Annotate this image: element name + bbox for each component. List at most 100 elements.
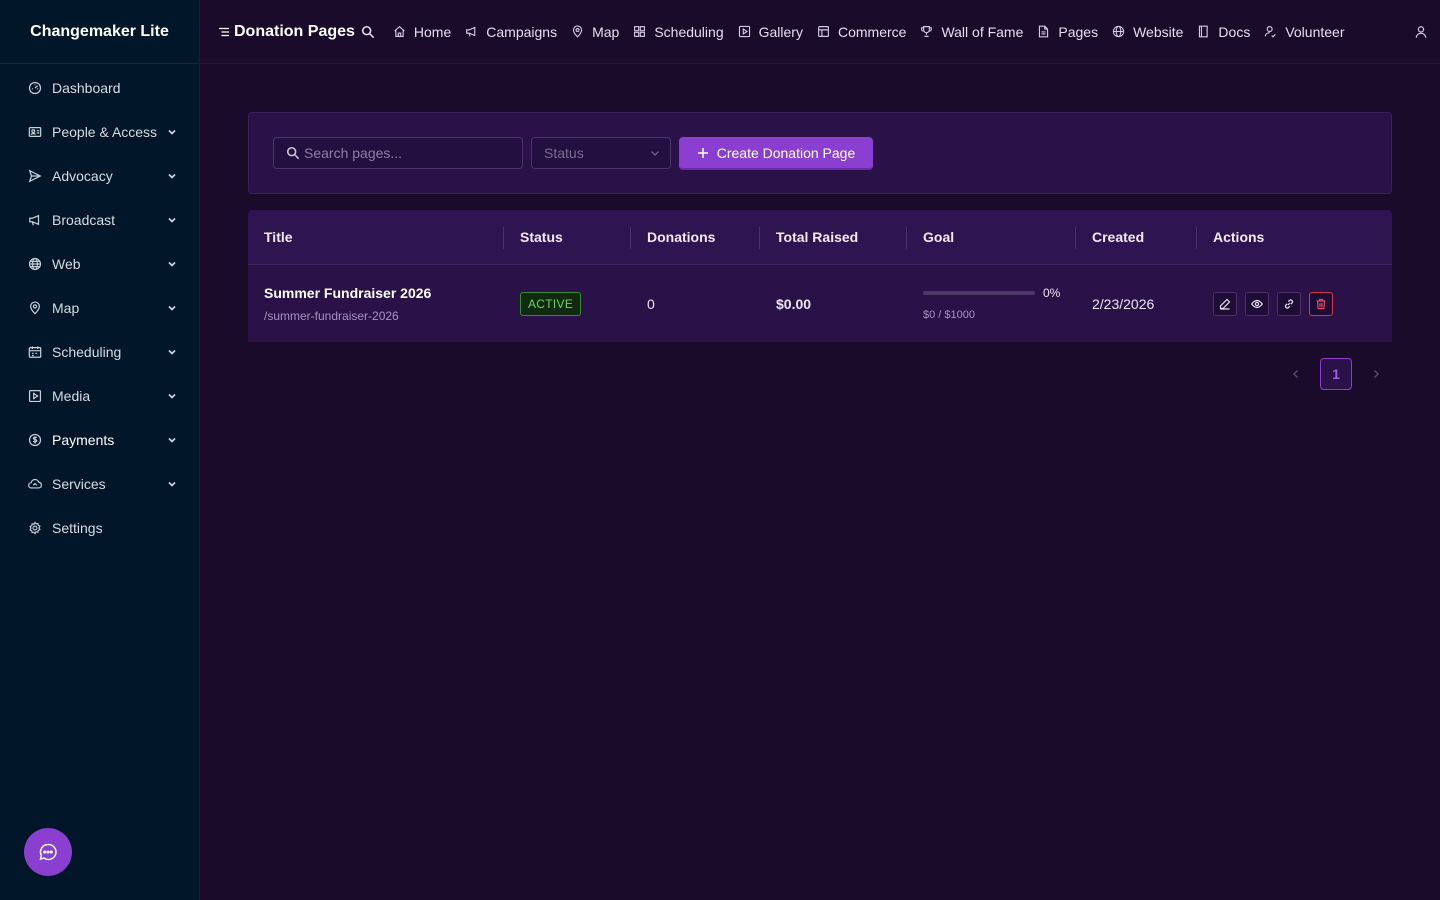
search-field[interactable] [273, 137, 523, 169]
column-header-created[interactable]: Created [1076, 210, 1197, 264]
top-link-commerce[interactable]: Commerce [817, 24, 906, 40]
people-icon [28, 127, 42, 137]
megaphone-icon [29, 214, 40, 226]
top-link-map[interactable]: Map [571, 24, 619, 40]
donation-pages-table: Title Status Donations Total Raised Goal… [248, 210, 1392, 342]
chevron-left-icon [1293, 370, 1298, 378]
book-icon [1199, 25, 1209, 38]
column-header-donations[interactable]: Donations [631, 210, 760, 264]
copy-link-button[interactable] [1277, 291, 1301, 316]
delete-button[interactable] [1309, 291, 1333, 316]
edit-button[interactable] [1213, 291, 1237, 316]
next-page-button[interactable] [1360, 358, 1392, 390]
cell-total-raised: $0.00 [776, 295, 812, 312]
create-donation-page-button[interactable]: Create Donation Page [679, 137, 873, 170]
page-number-button[interactable]: 1 [1320, 358, 1352, 390]
app-brand[interactable]: Changemaker Lite [0, 0, 199, 64]
sidebar-item-label: People & Access [52, 124, 158, 140]
sidebar-item-dashboard[interactable]: Dashboard [0, 66, 199, 110]
globe-icon [28, 257, 42, 271]
column-header-status[interactable]: Status [504, 210, 631, 264]
volunteer-icon [1264, 26, 1277, 38]
chat-icon [39, 843, 57, 861]
table-row: Summer Fundraiser 2026 /summer-fundraise… [248, 265, 1392, 342]
sidebar-item-label: Map [52, 300, 80, 316]
cell-title: Summer Fundraiser 2026 /summer-fundraise… [248, 285, 504, 323]
sidebar-item-advocacy[interactable]: Advocacy [0, 154, 199, 198]
row-slug: /summer-fundraiser-2026 [264, 308, 399, 323]
sidebar-item-scheduling[interactable]: Scheduling [0, 330, 199, 374]
chevron-down-icon [168, 349, 176, 355]
dollar-icon [28, 433, 42, 447]
sidebar-item-media[interactable]: Media [0, 374, 199, 418]
sidebar-item-payments[interactable]: Payments [0, 418, 199, 462]
sidebar-item-label: Media [52, 388, 91, 404]
sidebar-item-label: Broadcast [52, 212, 116, 228]
chevron-down-icon [168, 129, 176, 135]
sidebar-item-label: Services [52, 476, 106, 492]
top-link-gallery[interactable]: Gallery [738, 24, 803, 40]
chevron-down-icon [168, 173, 176, 179]
cell-status: ACTIVE [504, 291, 631, 316]
sidebar-item-label: Settings [52, 520, 103, 536]
top-link-home[interactable]: Home [393, 24, 451, 40]
sidebar-item-map[interactable]: Map [0, 286, 199, 330]
sidebar-item-label: Scheduling [52, 344, 122, 360]
eye-icon [1251, 299, 1263, 308]
trophy-icon [921, 26, 933, 37]
column-header-goal[interactable]: Goal [907, 210, 1076, 264]
top-link-pages[interactable]: Pages [1037, 24, 1098, 40]
sidebar-item-label: Advocacy [52, 168, 113, 184]
goal-progress-bar [923, 291, 1035, 295]
chevron-down-icon [168, 437, 176, 443]
top-link-volunteer[interactable]: Volunteer [1264, 24, 1345, 40]
chevron-down-icon [168, 217, 176, 223]
sidebar-item-label: Dashboard [52, 80, 121, 96]
chevron-down-icon [651, 151, 659, 156]
calendar-icon [28, 346, 42, 358]
sidebar-item-people-access[interactable]: People & Access [0, 110, 199, 154]
table-header: Title Status Donations Total Raised Goal… [248, 210, 1392, 265]
search-icon [286, 146, 300, 160]
user-icon[interactable] [1414, 25, 1428, 39]
view-button[interactable] [1245, 291, 1269, 316]
sidebar-item-settings[interactable]: Settings [0, 506, 199, 550]
page-title: Donation Pages [218, 23, 355, 41]
top-link-website[interactable]: Website [1112, 24, 1183, 40]
sidebar-item-label: Web [52, 256, 81, 272]
sidebar-item-broadcast[interactable]: Broadcast [0, 198, 199, 242]
sidebar-item-label: Payments [52, 432, 115, 448]
goal-amount-text: $0 / $1000 [923, 309, 975, 321]
menu-list-icon[interactable] [218, 26, 230, 38]
plus-icon [697, 147, 708, 158]
cell-donations: 0 [647, 295, 655, 312]
search-input[interactable] [304, 145, 504, 161]
column-header-total-raised[interactable]: Total Raised [760, 210, 907, 264]
cell-created: 2/23/2026 [1092, 295, 1155, 312]
column-header-actions: Actions [1213, 229, 1265, 245]
link-icon [1284, 298, 1294, 309]
prev-page-button[interactable] [1280, 358, 1312, 390]
page-title-text: Donation Pages [234, 22, 355, 40]
pagination: 1 [1280, 358, 1392, 390]
send-icon [28, 169, 42, 183]
chevron-down-icon [168, 481, 176, 487]
row-title[interactable]: Summer Fundraiser 2026 [264, 285, 504, 301]
sidebar-nav: Dashboard People & Access Advocacy Broad… [0, 64, 199, 550]
home-icon [394, 25, 405, 37]
status-select[interactable]: Status [531, 137, 671, 169]
top-link-docs[interactable]: Docs [1197, 24, 1250, 40]
column-header-title[interactable]: Title [248, 210, 504, 264]
goal-percent: 0% [1043, 286, 1061, 300]
sidebar-item-services[interactable]: Services [0, 462, 199, 506]
top-link-wall-of-fame[interactable]: Wall of Fame [920, 24, 1023, 40]
file-icon [1039, 25, 1049, 38]
grid-icon [634, 26, 646, 37]
chat-button[interactable] [24, 828, 72, 876]
pin-icon [572, 25, 583, 38]
sidebar-item-web[interactable]: Web [0, 242, 199, 286]
search-icon[interactable] [361, 25, 375, 39]
top-link-scheduling[interactable]: Scheduling [633, 24, 724, 40]
top-link-campaigns[interactable]: Campaigns [465, 24, 557, 40]
cell-actions [1197, 291, 1392, 316]
